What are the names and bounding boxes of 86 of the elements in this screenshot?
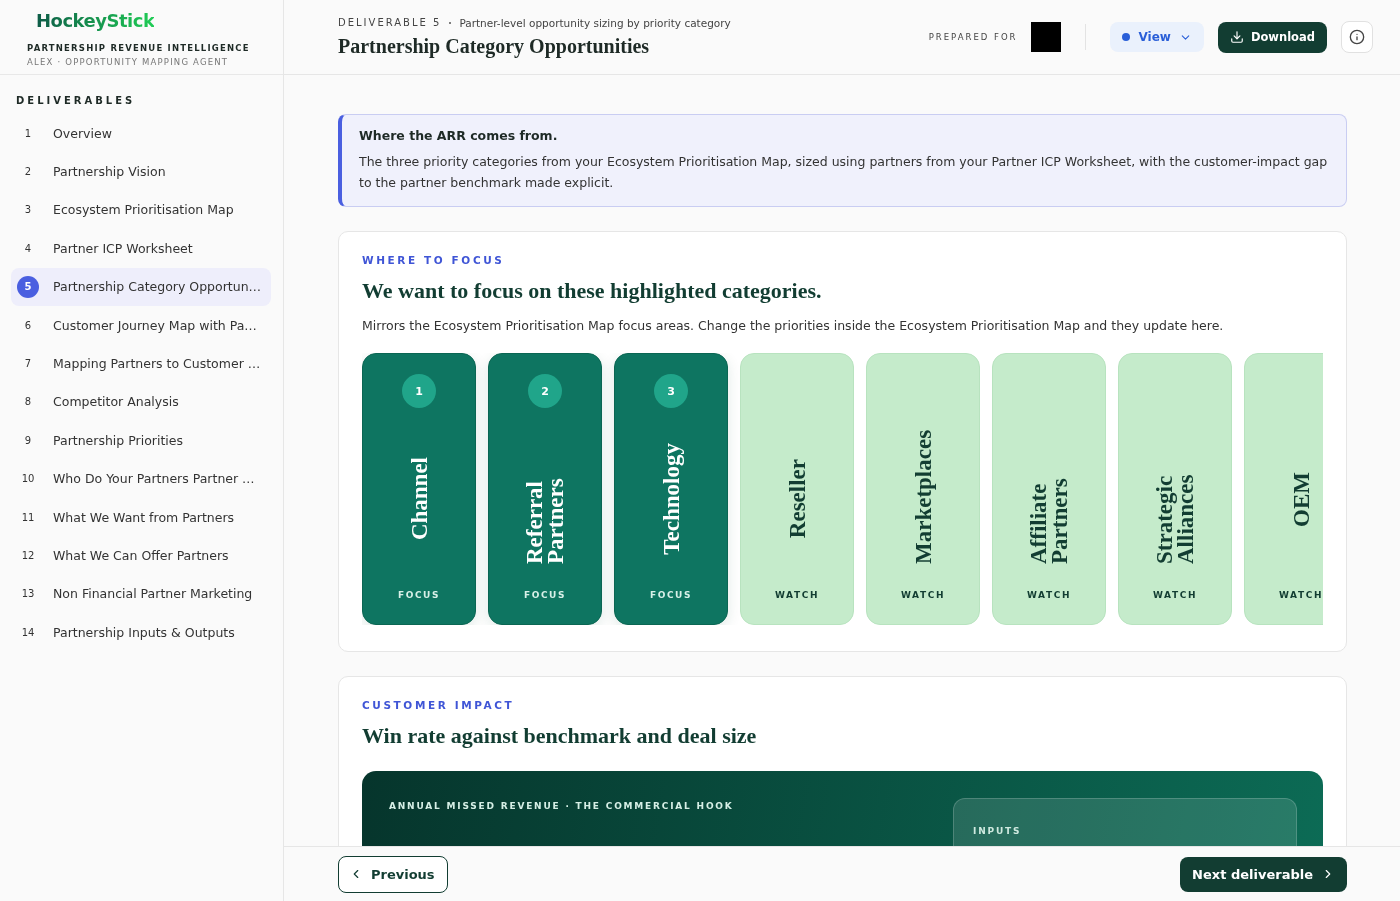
inputs-label: INPUTS	[973, 826, 1022, 836]
item-number: 1	[23, 126, 33, 141]
item-label: Non Financial Partner Marketing	[53, 586, 253, 602]
sidebar-item[interactable]: 14 Partnership Inputs & Outputs	[11, 613, 271, 652]
category-status: FOCUS	[649, 590, 693, 600]
sidebar-heading: DELIVERABLES	[15, 94, 137, 108]
category-name: Strategic Alliances	[1154, 473, 1196, 564]
section-description: Mirrors the Ecosystem Prioritisation Map focus areas. Change the priorities inside the Ecosystem Prioritisation Map and they update here.	[362, 318, 1225, 333]
item-number: 5	[17, 275, 39, 298]
category-name: Referral Partners	[524, 477, 566, 564]
info-icon	[1349, 29, 1365, 45]
item-label: Who Do Your Partners Partner …	[53, 471, 255, 487]
item-label: Partnership Priorities	[53, 432, 183, 448]
item-number: 11	[20, 510, 36, 525]
item-label: Overview	[53, 125, 112, 141]
banner-label: ANNUAL MISSED REVENUE · THE COMMERCIAL HOOK	[389, 801, 734, 813]
item-number: 14	[20, 625, 36, 640]
category-status: WATCH	[1026, 590, 1072, 600]
sidebar-item[interactable]: 1 Overview	[11, 114, 271, 153]
category-status: WATCH	[1152, 590, 1198, 600]
rank-badge: 1	[402, 374, 436, 408]
item-number: 2	[23, 165, 33, 180]
category-name: Affiliate Partners	[1028, 477, 1070, 564]
rank-badge: 3	[654, 374, 688, 408]
prepared-for-label: PREPARED FOR	[928, 32, 1018, 42]
item-number: 4	[23, 241, 33, 256]
agent-label: ALEX · OPPORTUNITY MAPPING AGENT	[27, 57, 230, 67]
item-number: 13	[20, 587, 36, 602]
logo: HockeyStick	[36, 10, 155, 31]
sidebar-item[interactable]: 10 Who Do Your Partners Partner …	[11, 459, 271, 498]
item-label: Partner ICP Worksheet	[53, 240, 193, 256]
sidebar-item[interactable]: 5 Partnership Category Opportun…	[11, 267, 271, 306]
category-name: Channel	[408, 457, 430, 541]
download-icon	[1229, 30, 1244, 44]
page-subtitle: Partner-level opportunity sizing by priority category	[459, 16, 731, 29]
section-title: We want to focus on these highlighted categories.	[362, 278, 823, 304]
download-button[interactable]: Download	[1217, 21, 1327, 53]
item-number: 8	[23, 395, 33, 410]
sidebar-item[interactable]: 7 Mapping Partners to Customer …	[11, 344, 271, 383]
item-number: 9	[23, 433, 33, 448]
sidebar-item[interactable]: 8 Competitor Analysis	[11, 382, 271, 422]
category-name: OEM	[1290, 471, 1312, 527]
category-status: WATCH	[774, 590, 820, 600]
category-status: FOCUS	[397, 590, 441, 600]
info-button[interactable]	[1341, 21, 1373, 53]
item-number: 3	[23, 203, 33, 218]
sidebar-item[interactable]: 4 Partner ICP Worksheet	[11, 229, 271, 268]
sidebar-item[interactable]: 9 Partnership Priorities	[11, 421, 271, 460]
item-label: What We Want from Partners	[53, 509, 235, 525]
category-name: Technology	[660, 443, 682, 555]
item-label: Mapping Partners to Customer …	[53, 356, 261, 372]
item-label: Competitor Analysis	[53, 394, 179, 410]
category-name: Reseller	[786, 459, 808, 539]
dot-icon	[1122, 33, 1131, 41]
section-eyebrow: WHERE TO FOCUS	[362, 254, 506, 266]
sidebar-item[interactable]: 6 Customer Journey Map with Pa…	[11, 305, 271, 345]
next-button[interactable]: Next deliverable	[1180, 856, 1347, 892]
item-label: Customer Journey Map with Pa…	[53, 317, 257, 333]
callout-text: The three priority categories from your Ecosystem Prioritisation Map, sized using partners from your Partner ICP Worksheet, with the customer-impact gap to the partner benchmark made explicit.	[359, 153, 1328, 192]
item-number: 6	[23, 318, 33, 333]
category-status: WATCH	[1278, 590, 1323, 600]
sidebar-item[interactable]: 3 Ecosystem Prioritisation Map	[11, 190, 271, 230]
sidebar-item[interactable]: 11 What We Want from Partners	[11, 497, 271, 537]
tagline: PARTNERSHIP REVENUE INTELLIGENCE	[27, 43, 251, 53]
item-label: Ecosystem Prioritisation Map	[53, 202, 234, 218]
item-number: 10	[20, 472, 36, 487]
previous-button[interactable]: Previous	[338, 855, 448, 893]
deliverable-label: DELIVERABLE 5	[338, 17, 442, 28]
item-number: 7	[23, 357, 33, 372]
category-status: FOCUS	[523, 590, 567, 600]
section-title: Win rate against benchmark and deal size	[362, 723, 758, 749]
sidebar-item[interactable]: 2 Partnership Vision	[11, 152, 271, 191]
section-eyebrow: CUSTOMER IMPACT	[362, 699, 516, 711]
rank-badge: 2	[528, 374, 562, 408]
item-number: 12	[20, 549, 36, 563]
sidebar-item[interactable]: 12 What We Can Offer Partners	[11, 536, 271, 575]
item-label: Partnership Category Opportun…	[53, 279, 262, 295]
client-logo	[1031, 22, 1062, 52]
item-label: Partnership Inputs & Outputs	[53, 624, 235, 640]
callout-title: Where the ARR comes from.	[359, 128, 559, 143]
category-status: WATCH	[900, 590, 946, 600]
page-title: Partnership Category Opportunities	[338, 34, 651, 58]
view-button[interactable]: View	[1110, 22, 1204, 52]
item-label: Partnership Vision	[53, 164, 166, 180]
item-label: What We Can Offer Partners	[53, 548, 229, 563]
sidebar-item[interactable]: 13 Non Financial Partner Marketing	[11, 574, 271, 614]
